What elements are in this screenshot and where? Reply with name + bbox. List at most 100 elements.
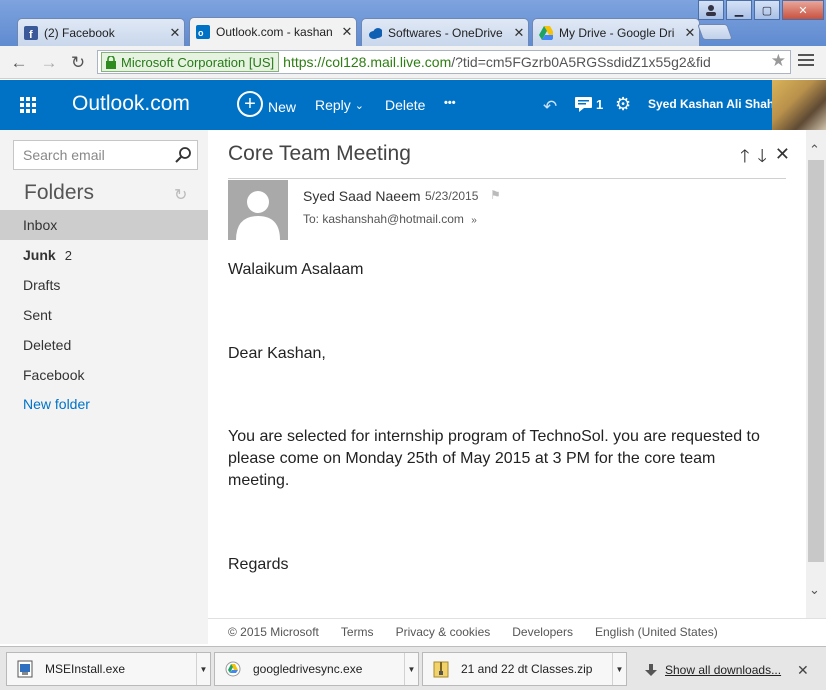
outlook-brand[interactable]: Outlook.com	[72, 92, 190, 116]
url-text: https://col128.mail.live.com/?tid=cm5FGz…	[283, 54, 775, 70]
body-greeting: Walaikum Asalaam	[228, 261, 364, 278]
folders-heading: Folders	[24, 181, 95, 204]
tab-onedrive[interactable]: Softwares - OneDrive ✕	[361, 18, 529, 46]
undo-icon[interactable]: ↶	[543, 97, 557, 117]
google-drive-sync-icon	[225, 661, 241, 677]
reading-pane-scrollbar[interactable]: ⌃ ⌄	[806, 130, 826, 618]
close-shelf-icon[interactable]: ✕	[797, 662, 809, 679]
bookmark-star-icon[interactable]: ★	[771, 51, 786, 71]
folder-label: Inbox	[23, 217, 58, 233]
back-arrow-icon[interactable]: ←	[8, 52, 30, 74]
folder-deleted[interactable]: Deleted	[0, 330, 208, 360]
reload-icon[interactable]: ↻	[67, 52, 89, 74]
folder-pane: Search email Folders ↻ Inbox Junk 2 Draf…	[0, 130, 208, 644]
terms-link[interactable]: Terms	[341, 625, 374, 639]
body-salutation: Dear Kashan,	[228, 345, 326, 362]
chrome-menu-icon[interactable]	[798, 54, 814, 69]
folder-facebook[interactable]: Facebook	[0, 360, 208, 390]
language-link[interactable]: English (United States)	[595, 625, 718, 639]
folder-inbox[interactable]: Inbox	[0, 210, 208, 240]
folder-label: Sent	[23, 307, 52, 323]
browser-toolbar: ← → ↻ Microsoft Corporation [US] https:/…	[0, 46, 826, 79]
new-button[interactable]: + New	[237, 91, 297, 117]
recipient-text: To: kashanshah@hotmail.com	[303, 212, 464, 226]
tab-title: Outlook.com - kashan	[216, 25, 333, 39]
refresh-icon[interactable]: ↻	[174, 185, 187, 205]
previous-message-arrow-icon[interactable]: 🡑	[740, 144, 749, 174]
user-name[interactable]: Syed Kashan Ali Shah	[648, 97, 774, 111]
flag-icon[interactable]: ⚑	[490, 188, 501, 202]
download-menu-chevron-icon[interactable]: ▼	[196, 653, 210, 685]
tab-facebook[interactable]: f (2) Facebook ✕	[17, 18, 185, 46]
notification-count: 1	[596, 97, 604, 112]
close-message-icon[interactable]: ✕	[775, 144, 790, 174]
app-launcher-icon[interactable]	[20, 97, 36, 113]
tab-google-drive[interactable]: My Drive - Google Dri ✕	[532, 18, 700, 46]
delete-button[interactable]: Delete	[385, 97, 425, 113]
download-item[interactable]: googledrivesync.exe ▼	[214, 652, 419, 686]
folder-label: Facebook	[23, 367, 85, 383]
scroll-down-icon[interactable]: ⌄	[809, 582, 820, 598]
url-host: https://col128.mail.live.com	[283, 54, 452, 70]
message-date: 5/23/2015	[425, 189, 479, 203]
close-window-button[interactable]: ✕	[782, 0, 824, 20]
download-filename: 21 and 22 dt Classes.zip	[461, 662, 593, 676]
show-all-downloads[interactable]: Show all downloads...	[645, 663, 781, 677]
notifications-button[interactable]: 1	[575, 97, 603, 112]
lock-icon	[106, 55, 116, 69]
developers-link[interactable]: Developers	[512, 625, 573, 639]
ev-certificate-label: Microsoft Corporation [US]	[121, 54, 275, 70]
folder-junk[interactable]: Junk 2	[0, 240, 208, 270]
close-tab-icon[interactable]: ✕	[510, 25, 528, 41]
close-tab-icon[interactable]: ✕	[338, 24, 356, 40]
sender-name[interactable]: Syed Saad Naeem	[303, 188, 421, 204]
body-line: please come on Monday 25th of May 2015 a…	[228, 450, 716, 467]
folder-drafts[interactable]: Drafts	[0, 270, 208, 300]
folder-sent[interactable]: Sent	[0, 300, 208, 330]
close-tab-icon[interactable]: ✕	[681, 25, 699, 41]
new-folder-link[interactable]: New folder	[0, 389, 208, 419]
address-bar[interactable]: Microsoft Corporation [US] https://col12…	[97, 50, 791, 74]
search-email-input[interactable]: Search email	[13, 140, 198, 170]
expand-chevron-icon[interactable]: »	[471, 215, 477, 226]
unread-count: 2	[64, 247, 72, 263]
facebook-icon: f	[24, 25, 38, 40]
close-tab-icon[interactable]: ✕	[166, 25, 184, 41]
ev-certificate-badge[interactable]: Microsoft Corporation [US]	[101, 52, 280, 72]
browser-titlebar: f (2) Facebook ✕ o Outlook.com - kashan …	[0, 0, 826, 46]
download-item[interactable]: MSEInstall.exe ▼	[6, 652, 211, 686]
user-profile-icon[interactable]	[698, 0, 724, 20]
installer-icon	[17, 660, 33, 678]
recipient-line[interactable]: To: kashanshah@hotmail.com »	[303, 212, 477, 226]
new-label: New	[268, 99, 297, 115]
download-menu-chevron-icon[interactable]: ▼	[404, 653, 418, 685]
outlook-icon: o	[196, 25, 210, 39]
chat-bubble-icon	[575, 97, 592, 112]
forward-arrow-icon[interactable]: →	[38, 52, 60, 74]
tab-outlook[interactable]: o Outlook.com - kashan ✕	[189, 17, 357, 46]
download-item[interactable]: 21 and 22 dt Classes.zip ▼	[422, 652, 627, 686]
next-message-arrow-icon[interactable]: 🡓	[758, 144, 767, 174]
more-actions-button[interactable]: •••	[444, 97, 456, 109]
download-menu-chevron-icon[interactable]: ▼	[612, 653, 626, 685]
minimize-button[interactable]: ▁	[726, 0, 752, 20]
settings-gear-icon[interactable]: ⚙	[615, 94, 631, 115]
delete-label: Delete	[385, 97, 426, 113]
new-folder-label: New folder	[23, 396, 90, 412]
maximize-button[interactable]: ▢	[754, 0, 780, 20]
show-all-downloads-link[interactable]: Show all downloads...	[665, 663, 781, 677]
zip-archive-icon	[433, 661, 449, 678]
search-icon[interactable]	[167, 145, 197, 165]
scroll-up-icon[interactable]: ⌃	[809, 142, 820, 158]
user-avatar[interactable]	[772, 80, 826, 130]
scrollbar-thumb[interactable]	[808, 160, 824, 562]
url-path: /?tid=cm5FGzrb0A5RGSsdidZ1x55g2&fid	[451, 54, 711, 70]
privacy-link[interactable]: Privacy & cookies	[396, 625, 491, 639]
reply-button[interactable]: Reply ⌄	[315, 97, 364, 113]
body-line: meeting.	[228, 472, 290, 489]
sender-avatar-icon[interactable]	[228, 180, 288, 240]
copyright: © 2015 Microsoft	[228, 624, 319, 639]
body-line: You are selected for internship program …	[228, 428, 760, 445]
chevron-down-icon: ⌄	[354, 99, 365, 112]
new-tab-button[interactable]	[697, 24, 733, 40]
